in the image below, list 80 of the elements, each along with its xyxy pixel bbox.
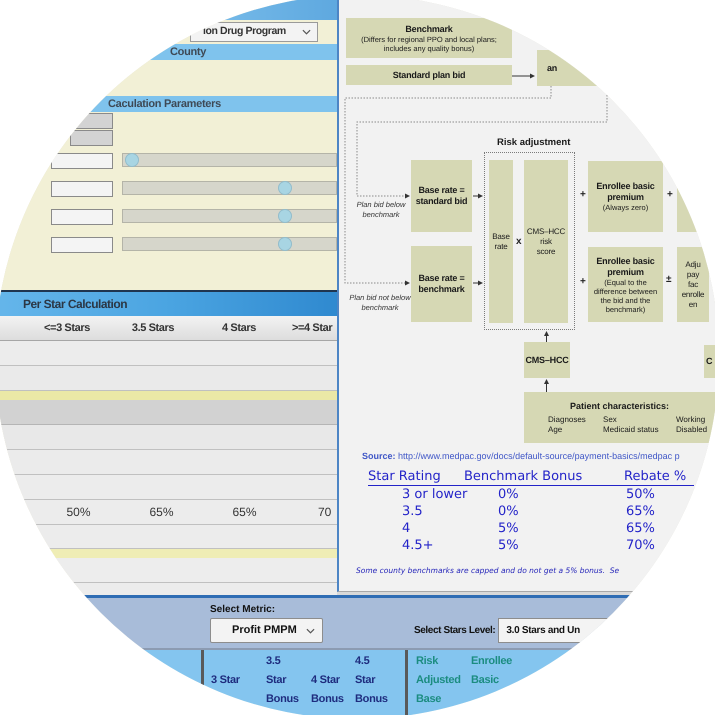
slider-thumb[interactable] (278, 209, 292, 223)
arrow (544, 379, 549, 392)
box-label: CMS–HCC risk score (526, 226, 566, 256)
slider-track[interactable] (122, 153, 337, 167)
column-header: 4.5 Star Bonus (355, 654, 388, 707)
table-cell: 5% (498, 537, 519, 554)
box-title: Patient characteristics: (570, 400, 670, 412)
column-header: <=3 Stars (44, 320, 90, 336)
column-header: 3.5 Stars (132, 320, 174, 336)
table-cell: 4.5+ (402, 537, 434, 554)
arrow (512, 74, 535, 78)
box-title: Base rate = benchmark (417, 273, 466, 295)
arrow (544, 331, 549, 342)
box-title: Base rate = standard bid (414, 185, 468, 207)
table-cell-text: 65% (232, 504, 257, 521)
box-title: Enrollee basic premium (595, 181, 656, 203)
input-field[interactable] (51, 237, 113, 253)
slider-track[interactable] (122, 181, 337, 195)
slider-thumb[interactable] (124, 153, 139, 167)
table-cell-text: 50% (66, 504, 91, 521)
table-cell: 0% (498, 503, 519, 520)
operator-sign: x (516, 236, 522, 247)
box-item: Sex (603, 414, 617, 424)
box-label: Adju pay fac enrolle en (682, 260, 704, 310)
slider-track[interactable] (122, 237, 337, 251)
column-header: 3 Star (211, 673, 240, 688)
column-header: 3.5 Star Bonus (266, 654, 299, 707)
box-title: Benchmark (405, 24, 453, 34)
readonly-field (70, 130, 113, 146)
source-note: Source: http://www.medpac.gov/docs/default-source/payment-basics/medpac p (362, 451, 680, 462)
field-label: Select Metric: (210, 603, 276, 616)
arrow (472, 194, 483, 198)
column-header: Star Rating (368, 468, 441, 485)
section-header: Per Star Calculation (0, 290, 337, 316)
chevron-down-icon (306, 628, 315, 634)
table-cell-text: 70 (318, 504, 332, 521)
slider-track[interactable] (122, 209, 337, 223)
metric-dropdown[interactable]: Profit PMPM (210, 618, 323, 643)
operator-sign: ± (666, 274, 672, 285)
column-header: Benchmark Bonus (464, 468, 582, 485)
box-title: Enrollee basic premium (595, 256, 656, 278)
operator-sign: + (580, 189, 586, 200)
table-cell: 65% (626, 503, 655, 520)
box-title: an (547, 62, 558, 74)
column-header: >=4 Star (292, 320, 332, 336)
slider-thumb[interactable] (278, 237, 292, 251)
chevron-down-icon (302, 29, 311, 35)
box-item: Working (676, 414, 706, 424)
table-cell: 50% (626, 486, 655, 503)
field-label: Select Stars Level: (414, 624, 496, 638)
column-header: 4 Stars (222, 320, 256, 336)
operator-sign: + (667, 189, 673, 200)
diagram-label: Risk adjustment (497, 137, 570, 148)
table-cell: 0% (498, 486, 519, 503)
box-item: Age (548, 424, 562, 434)
table-cell: 5% (498, 520, 519, 537)
arrow (472, 280, 483, 286)
column-header: Risk Adjusted Base (416, 654, 461, 707)
box-title: CMS–HCC (525, 354, 569, 366)
box-item: Disabled (676, 424, 708, 434)
slider-thumb[interactable] (278, 181, 292, 195)
box-label: Base rate (492, 232, 510, 252)
box-title: C (706, 356, 712, 367)
input-field[interactable] (51, 181, 113, 197)
column-header: 4 Star Bonus (311, 673, 344, 707)
input-field[interactable] (51, 153, 113, 169)
box-title: Standard plan bid (392, 70, 466, 80)
table-cell: 4 (402, 520, 410, 537)
table-cell: 65% (626, 520, 655, 537)
column-header: Enrollee Basic (471, 654, 512, 688)
column-header: Rebate % (624, 468, 686, 485)
table-cell-text: 65% (149, 504, 174, 521)
box-item: Diagnoses (548, 414, 586, 424)
box-item: Medicaid status (603, 424, 659, 434)
table-cell: 3.5 (402, 503, 423, 520)
table-cell: 3 or lower (402, 486, 468, 503)
table-cell: 70% (626, 537, 655, 554)
operator-sign: + (580, 276, 586, 287)
program-dropdown[interactable]: ion Drug Program (190, 22, 318, 42)
input-field[interactable] (51, 209, 113, 225)
